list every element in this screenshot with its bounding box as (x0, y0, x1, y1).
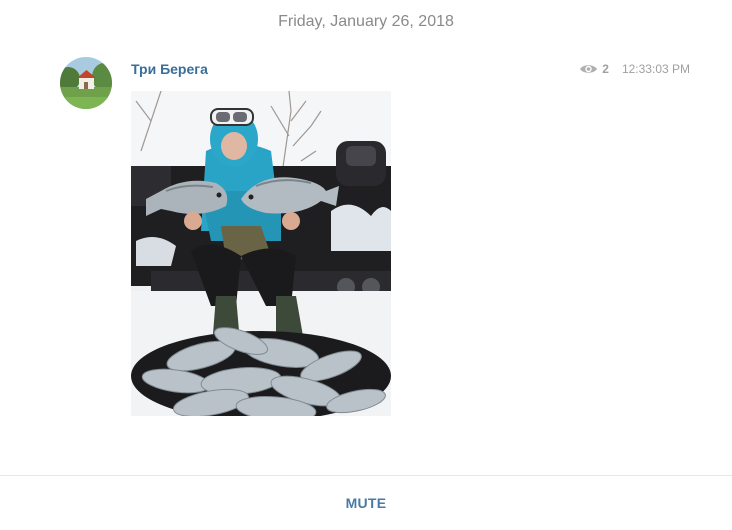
eye-icon (579, 62, 598, 76)
date-separator: Friday, January 26, 2018 (278, 13, 454, 30)
photo-image (131, 91, 391, 416)
message-time: 12:33:03 PM (621, 62, 690, 76)
message-meta: 2 12:33:03 PM (579, 62, 690, 76)
mute-button[interactable]: MUTE (0, 476, 732, 530)
message-photo[interactable] (131, 91, 391, 416)
channel-name[interactable]: Три Берега (131, 61, 208, 77)
views-count: 2 (602, 62, 609, 76)
channel-avatar[interactable] (60, 57, 112, 109)
avatar-image (60, 57, 112, 109)
